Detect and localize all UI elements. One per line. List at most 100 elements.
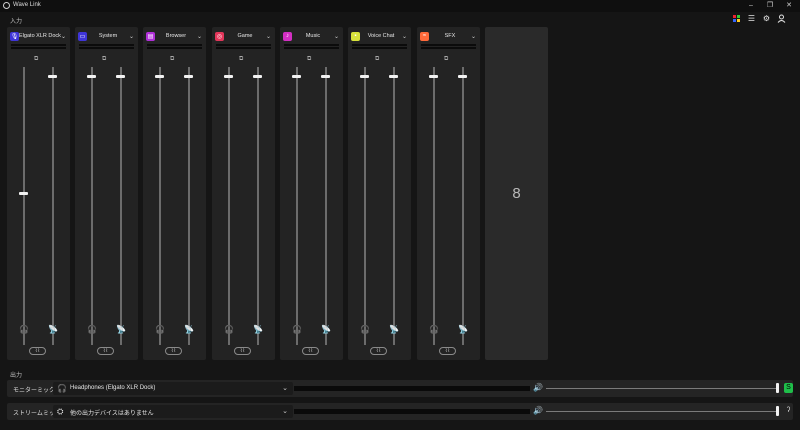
effects-button[interactable]: ⌇⌇ [29, 347, 46, 355]
chevron-down-icon[interactable]: ⌄ [266, 33, 272, 40]
headphones-icon[interactable]: 🎧 [155, 325, 165, 335]
chevron-down-icon[interactable]: ⌄ [334, 33, 340, 40]
broadcast-icon[interactable]: 📡 [116, 325, 126, 335]
level-meter [352, 47, 407, 49]
monitor-fader-knob[interactable] [87, 75, 96, 78]
channel-header[interactable]: ▪ Voice Chat ⌄ [351, 30, 408, 42]
output-device-select[interactable]: ⛭ 他の出力デバイスはありません ⌄ [53, 405, 293, 418]
link-icon[interactable]: ⧉ [375, 56, 379, 63]
link-icon[interactable]: ⧉ [444, 56, 448, 63]
channel-header[interactable]: ▤ Browser ⌄ [146, 30, 203, 42]
stream-fader-track[interactable] [393, 67, 395, 345]
output-device-select[interactable]: 🎧 Headphones (Elgato XLR Dock) ⌄ [53, 382, 293, 395]
effects-button[interactable]: ⌇⌇ [370, 347, 387, 355]
stream-fader-knob[interactable] [321, 75, 330, 78]
effects-button[interactable]: ⌇⌇ [439, 347, 456, 355]
monitor-fader-knob[interactable] [360, 75, 369, 78]
minimize-icon[interactable]: – [744, 1, 758, 11]
channel-header[interactable]: 🎙 Elgato XLR Dock ⌄ [10, 30, 67, 42]
volume-slider-knob[interactable] [776, 383, 779, 393]
account-icon[interactable] [777, 14, 786, 23]
channel-header[interactable]: ♪ Music ⌄ [283, 30, 340, 42]
chevron-down-icon[interactable]: ⌄ [61, 33, 67, 40]
channel-name: System [98, 33, 118, 39]
level-meter [421, 44, 476, 46]
stream-fader-knob[interactable] [458, 75, 467, 78]
channel-header[interactable]: ≈ SFX ⌄ [420, 30, 477, 42]
output-mix-row: ストリームミックス ⛭ 他の出力デバイスはありません ⌄ 🔊 ʔ [7, 403, 793, 420]
channel-header[interactable]: ◎ Game ⌄ [215, 30, 272, 42]
add-channel-slot[interactable]: 8 [485, 27, 548, 360]
volume-slider-track[interactable] [546, 411, 779, 412]
link-icon[interactable]: ⧉ [239, 56, 243, 63]
color-palette-icon[interactable] [732, 14, 741, 23]
headphones-icon[interactable]: 🎧 [224, 325, 234, 335]
broadcast-icon[interactable]: 📡 [458, 325, 468, 335]
level-meter [284, 47, 339, 49]
stream-fader-track[interactable] [257, 67, 259, 345]
volume-slider-knob[interactable] [776, 406, 779, 416]
ear-icon[interactable]: ʔ [784, 406, 793, 416]
stream-fader-knob[interactable] [389, 75, 398, 78]
link-icon[interactable]: ⧉ [170, 56, 174, 63]
monitor-fader-track[interactable] [159, 67, 161, 345]
link-icon[interactable]: ⧉ [307, 56, 311, 63]
headphones-icon[interactable]: 🎧 [292, 325, 302, 335]
sliders-icon[interactable]: ☰ [747, 14, 756, 23]
broadcast-icon[interactable]: 📡 [389, 325, 399, 335]
monitor-fader-knob[interactable] [19, 192, 28, 195]
monitor-fader-knob[interactable] [155, 75, 164, 78]
volume-slider-track[interactable] [546, 388, 779, 389]
headphones-icon[interactable]: 🎧 [87, 325, 97, 335]
output-level-meter [294, 386, 530, 391]
headphones-icon[interactable]: 🎧 [19, 325, 29, 335]
chevron-down-icon[interactable]: ⌄ [282, 384, 288, 392]
chevron-down-icon[interactable]: ⌄ [471, 33, 477, 40]
close-icon[interactable]: ✕ [782, 1, 796, 11]
stream-fader-knob[interactable] [48, 75, 57, 78]
channel-name: SFX [444, 33, 456, 39]
stream-fader-knob[interactable] [253, 75, 262, 78]
restore-icon[interactable]: ❐ [763, 1, 777, 11]
broadcast-icon[interactable]: 📡 [48, 325, 58, 335]
effects-button[interactable]: ⌇⌇ [302, 347, 319, 355]
speaker-icon[interactable]: 🔊 [533, 406, 543, 415]
link-icon[interactable]: ⧉ [34, 56, 38, 63]
monitor-fader-track[interactable] [296, 67, 298, 345]
channel-name: Game [237, 33, 253, 39]
broadcast-icon[interactable]: 📡 [184, 325, 194, 335]
headphones-icon[interactable]: 🎧 [360, 325, 370, 335]
broadcast-icon[interactable]: 📡 [321, 325, 331, 335]
output-device-name: 他の出力デバイスはありません [70, 411, 154, 417]
monitor-fader-track[interactable] [433, 67, 435, 345]
effects-button[interactable]: ⌇⌇ [97, 347, 114, 355]
chevron-down-icon[interactable]: ⌄ [129, 33, 135, 40]
window-title: Wave Link [13, 2, 41, 8]
chevron-down-icon[interactable]: ⌄ [402, 33, 408, 40]
gear-icon[interactable]: ⚙ [762, 14, 771, 23]
link-icon[interactable]: ⧉ [102, 56, 106, 63]
monitor-fader-knob[interactable] [429, 75, 438, 78]
stream-fader-track[interactable] [188, 67, 190, 345]
chevron-down-icon[interactable]: ⌄ [197, 33, 203, 40]
broadcast-icon[interactable]: 📡 [253, 325, 263, 335]
channel-header[interactable]: ▭ System ⌄ [78, 30, 135, 42]
monitor-fader-track[interactable] [91, 67, 93, 345]
stream-fader-track[interactable] [52, 67, 54, 345]
stream-fader-track[interactable] [120, 67, 122, 345]
monitor-fader-track[interactable] [364, 67, 366, 345]
stream-fader-track[interactable] [325, 67, 327, 345]
monitor-fader-track[interactable] [228, 67, 230, 345]
headphones-icon[interactable]: 🎧 [429, 325, 439, 335]
green-toggle-icon[interactable]: S [784, 383, 793, 393]
monitor-fader-knob[interactable] [292, 75, 301, 78]
effects-button[interactable]: ⌇⌇ [165, 347, 182, 355]
monitor-fader-track[interactable] [23, 67, 25, 345]
chevron-down-icon[interactable]: ⌄ [282, 407, 288, 415]
stream-fader-knob[interactable] [184, 75, 193, 78]
stream-fader-track[interactable] [462, 67, 464, 345]
speaker-icon[interactable]: 🔊 [533, 383, 543, 392]
stream-fader-knob[interactable] [116, 75, 125, 78]
monitor-fader-knob[interactable] [224, 75, 233, 78]
effects-button[interactable]: ⌇⌇ [234, 347, 251, 355]
